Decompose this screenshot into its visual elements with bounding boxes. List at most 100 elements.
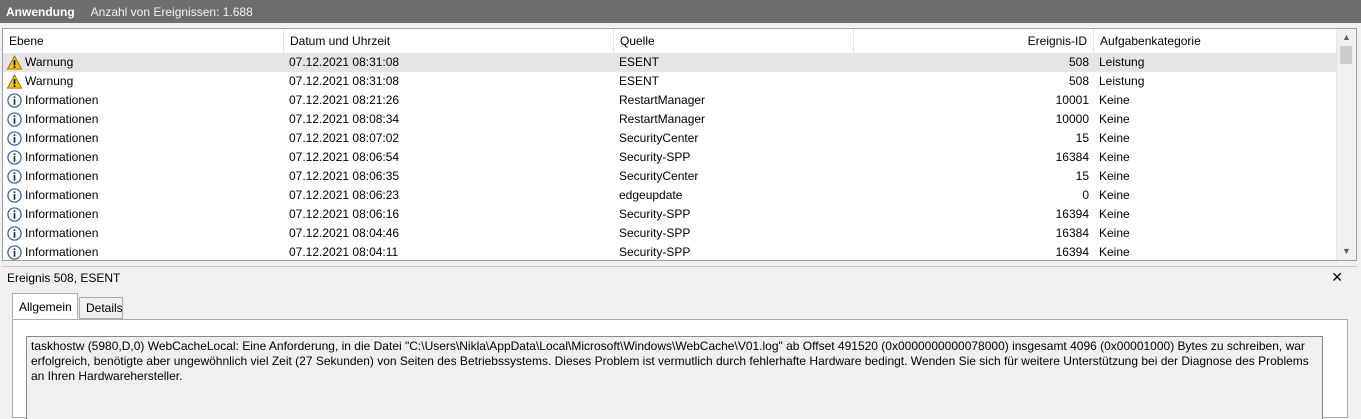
- cell-source: Security-SPP: [619, 226, 691, 240]
- info-icon: [7, 226, 22, 241]
- column-header-level[interactable]: Ebene: [3, 29, 284, 53]
- detail-title: Ereignis 508, ESENT: [7, 270, 121, 285]
- cell-datetime: 07.12.2021 08:04:46: [289, 226, 400, 240]
- cell-source: Security-SPP: [619, 207, 691, 221]
- tab-allgemein[interactable]: Allgemein: [12, 293, 78, 319]
- event-row[interactable]: Informationen 07.12.2021 08:07:02 Security…: [3, 129, 1337, 148]
- cell-category: Keine: [1099, 207, 1130, 221]
- cell-event-id: 15: [1075, 131, 1089, 145]
- column-header-source[interactable]: Quelle: [614, 29, 854, 53]
- cell-category: Leistung: [1099, 55, 1145, 69]
- event-row[interactable]: Informationen 07.12.2021 08:06:16 Security…: [3, 205, 1337, 224]
- column-header-datetime[interactable]: Datum und Uhrzeit: [284, 29, 614, 53]
- event-row[interactable]: Informationen 07.12.2021 08:21:26 RestartM…: [3, 91, 1337, 110]
- cell-datetime: 07.12.2021 08:06:54: [289, 150, 400, 164]
- level-text: Informationen: [25, 131, 99, 145]
- cell-event-id: 16394: [1055, 207, 1089, 221]
- level-text: Informationen: [25, 150, 99, 164]
- level-text: Informationen: [25, 112, 99, 126]
- cell-source: Security-SPP: [619, 150, 691, 164]
- event-row[interactable]: Informationen 07.12.2021 08:04:11 Security…: [3, 243, 1337, 260]
- cell-datetime: 07.12.2021 08:04:11: [289, 245, 399, 259]
- cell-event-id: 16394: [1055, 245, 1089, 259]
- cell-level: Informationen: [7, 91, 283, 110]
- cell-level: Informationen: [7, 148, 283, 167]
- cell-source: SecurityCenter: [619, 169, 699, 183]
- cell-category: Keine: [1099, 245, 1130, 259]
- cell-source: RestartManager: [619, 93, 706, 107]
- cell-event-id: 0: [1082, 188, 1089, 202]
- info-icon: [7, 150, 22, 165]
- event-row[interactable]: Warnung 07.12.2021 08:31:08 ESENT 508 Leistu…: [3, 72, 1337, 91]
- event-rows: Warnung 07.12.2021 08:31:08 ESENT 508 Leistu…: [3, 53, 1337, 260]
- level-text: Informationen: [25, 93, 99, 107]
- level-text: Warnung: [25, 74, 74, 88]
- cell-level: Informationen: [7, 224, 283, 243]
- event-row[interactable]: Warnung 07.12.2021 08:31:08 ESENT 508 Leistu…: [3, 53, 1337, 72]
- event-row[interactable]: Informationen 07.12.2021 08:06:54 Security…: [3, 148, 1337, 167]
- cell-datetime: 07.12.2021 08:06:35: [289, 169, 400, 183]
- scroll-down-icon[interactable]: ▼: [1337, 243, 1356, 260]
- cell-category: Keine: [1099, 93, 1130, 107]
- cell-event-id: 16384: [1055, 226, 1089, 240]
- cell-event-id: 15: [1075, 169, 1089, 183]
- column-header-category[interactable]: Aufgabenkategorie: [1094, 29, 1337, 53]
- cell-level: Informationen: [7, 167, 283, 186]
- close-icon[interactable]: ✕: [1331, 269, 1343, 286]
- cell-category: Keine: [1099, 150, 1130, 164]
- cell-level: Informationen: [7, 243, 283, 260]
- level-text: Informationen: [25, 226, 99, 240]
- level-text: Warnung: [25, 55, 74, 69]
- cell-level: Informationen: [7, 129, 283, 148]
- log-title: Anwendung: [6, 4, 75, 19]
- event-row[interactable]: Informationen 07.12.2021 08:08:34 RestartM…: [3, 110, 1337, 129]
- cell-datetime: 07.12.2021 08:07:02: [289, 131, 400, 145]
- warning-icon: [7, 74, 22, 89]
- vertical-scrollbar[interactable]: ▲ ▼: [1336, 29, 1356, 260]
- event-row[interactable]: Informationen 07.12.2021 08:06:35 Security…: [3, 167, 1337, 186]
- level-text: Informationen: [25, 169, 99, 183]
- info-icon: [7, 245, 22, 260]
- cell-datetime: 07.12.2021 08:31:08: [289, 55, 400, 69]
- cell-source: ESENT: [619, 74, 660, 88]
- detail-header: Ereignis 508, ESENT ✕: [2, 266, 1357, 288]
- cell-level: Informationen: [7, 110, 283, 129]
- cell-category: Keine: [1099, 112, 1130, 126]
- event-row[interactable]: Informationen 07.12.2021 08:04:46 Security…: [3, 224, 1337, 243]
- cell-category: Keine: [1099, 188, 1130, 202]
- level-text: Informationen: [25, 188, 99, 202]
- info-icon: [7, 112, 22, 127]
- event-message[interactable]: taskhostw (5980,D,0) WebCacheLocal: Eine…: [26, 336, 1323, 419]
- cell-category: Keine: [1099, 226, 1130, 240]
- cell-category: Keine: [1099, 131, 1130, 145]
- scroll-thumb[interactable]: [1340, 46, 1352, 64]
- info-icon: [7, 93, 22, 108]
- column-header-row: Ebene Datum und Uhrzeit Quelle Ereignis-…: [3, 29, 1337, 54]
- warning-icon: [7, 55, 22, 70]
- level-text: Informationen: [25, 245, 99, 259]
- info-icon: [7, 188, 22, 203]
- info-icon: [7, 169, 22, 184]
- cell-event-id: 10000: [1055, 112, 1089, 126]
- detail-panel: taskhostw (5980,D,0) WebCacheLocal: Eine…: [12, 319, 1348, 419]
- cell-event-id: 508: [1068, 74, 1089, 88]
- event-row[interactable]: Informationen 07.12.2021 08:06:23 edgeupda…: [3, 186, 1337, 205]
- cell-level: Informationen: [7, 186, 283, 205]
- cell-level: Warnung: [7, 72, 283, 91]
- cell-event-id: 16384: [1055, 150, 1089, 164]
- cell-source: ESENT: [619, 55, 660, 69]
- cell-source: edgeupdate: [619, 188, 683, 202]
- log-header-bar: Anwendung Anzahl von Ereignissen: 1.688: [0, 0, 1361, 23]
- cell-level: Informationen: [7, 205, 283, 224]
- scroll-up-icon[interactable]: ▲: [1337, 29, 1356, 46]
- cell-datetime: 07.12.2021 08:06:16: [289, 207, 400, 221]
- column-header-event-id[interactable]: Ereignis-ID: [854, 29, 1094, 53]
- event-list[interactable]: Ebene Datum und Uhrzeit Quelle Ereignis-…: [2, 28, 1357, 261]
- cell-source: SecurityCenter: [619, 131, 699, 145]
- cell-category: Leistung: [1099, 74, 1145, 88]
- cell-source: Security-SPP: [619, 245, 691, 259]
- cell-source: RestartManager: [619, 112, 706, 126]
- cell-datetime: 07.12.2021 08:06:23: [289, 188, 400, 202]
- cell-event-id: 10001: [1055, 93, 1089, 107]
- tab-details[interactable]: Details: [79, 297, 123, 319]
